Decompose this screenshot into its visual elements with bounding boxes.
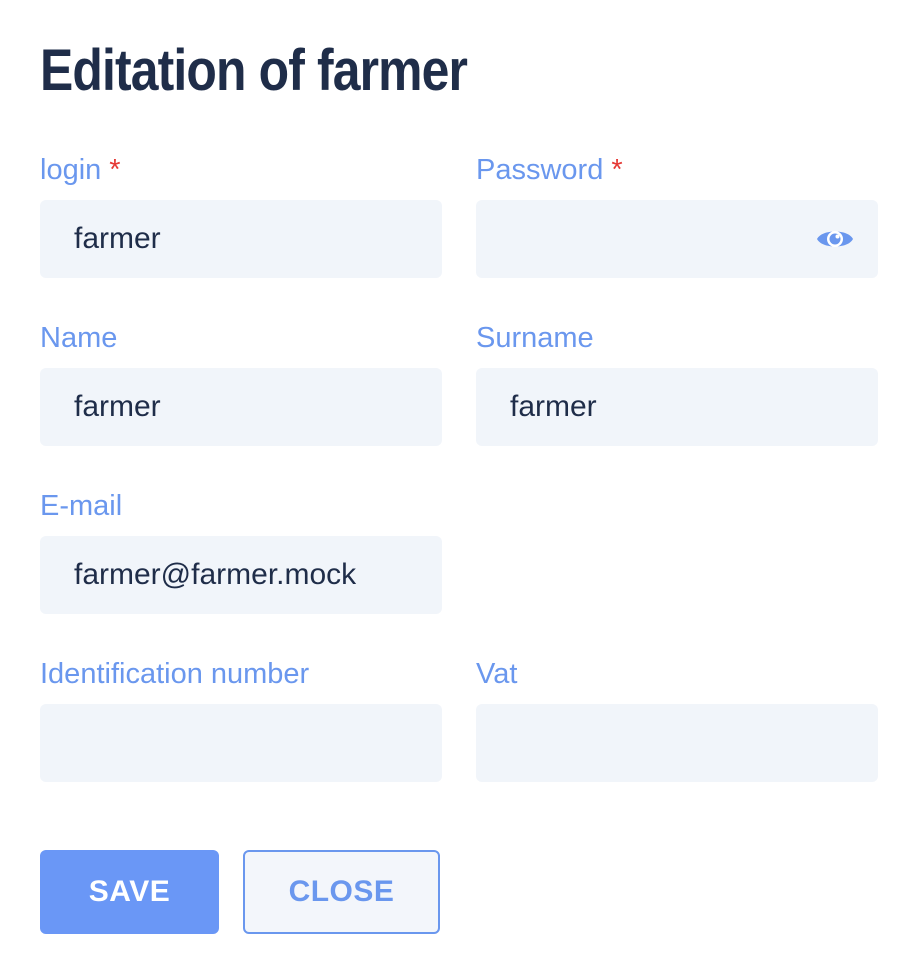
name-input-wrapper [40,368,442,446]
identification-number-input[interactable] [40,704,442,782]
name-label: Name [40,322,118,354]
vat-input-wrapper [476,704,878,782]
email-input[interactable] [40,536,442,614]
email-label: E-mail [40,490,123,522]
surname-input-wrapper [476,368,878,446]
password-field-group: Password * [476,150,878,278]
surname-field-group: Surname [476,318,878,446]
eye-icon[interactable] [816,226,854,252]
required-mark: * [109,154,121,186]
surname-input[interactable] [476,368,878,446]
login-input[interactable] [40,200,442,278]
save-button[interactable]: SAVE [40,850,219,934]
identification-number-field-group: Identification number [40,654,442,782]
page-title: Editation of farmer [40,38,468,103]
identification-number-label: Identification number [40,658,310,690]
close-button[interactable]: CLOSE [243,850,440,934]
vat-label: Vat [476,658,518,690]
email-field-group: E-mail [40,486,442,614]
required-mark: * [611,154,623,186]
name-field-group: Name [40,318,442,446]
name-input[interactable] [40,368,442,446]
password-input-wrapper [476,200,878,278]
vat-field-group: Vat [476,654,878,782]
login-input-wrapper [40,200,442,278]
surname-label: Surname [476,322,594,354]
vat-input[interactable] [476,704,878,782]
password-label: Password * [476,154,623,186]
identification-number-input-wrapper [40,704,442,782]
login-label: login * [40,154,121,186]
login-field-group: login * [40,150,442,278]
email-input-wrapper [40,536,442,614]
